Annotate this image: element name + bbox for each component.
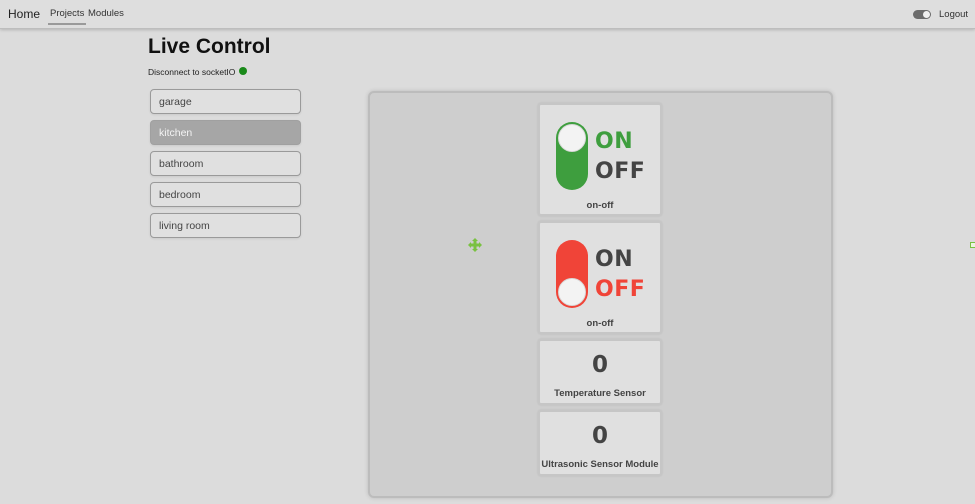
temperature-sensor-card[interactable]: 0 Temperature Sensor [538,339,662,405]
room-list: garage kitchen bathroom bedroom living r… [150,89,301,244]
room-item-bathroom[interactable]: bathroom [150,151,301,176]
top-navbar: Home Projects Modules Logout [0,0,975,29]
room-item-garage[interactable]: garage [150,89,301,114]
switch-off-label: OFF [595,159,646,184]
switch-off-label: OFF [595,277,646,302]
nav-projects-link[interactable]: Projects [47,8,87,25]
socket-status-indicator [239,67,247,75]
home-link[interactable]: Home [8,7,40,21]
module-label: on-off [586,318,614,329]
theme-toggle[interactable] [913,10,931,19]
module-label: on-off [586,200,614,211]
ultrasonic-sensor-card[interactable]: 0 Ultrasonic Sensor Module [538,410,662,476]
module-label: Temperature Sensor [554,388,646,399]
socket-status-text[interactable]: Disconnect to socketIO [148,67,235,77]
sensor-value: 0 [591,352,608,378]
switch-knob [558,124,586,152]
nav-modules-link[interactable]: Modules [88,8,124,19]
edge-resize-handle[interactable] [970,242,975,248]
switch-module-card[interactable]: ON OFF on-off [538,103,662,216]
move-arrows-icon[interactable] [468,238,482,252]
sensor-value: 0 [591,423,608,449]
logout-button[interactable]: Logout [939,9,968,20]
switch-toggle-on[interactable] [556,122,588,190]
page-title: Live Control [148,35,271,58]
room-item-kitchen[interactable]: kitchen [150,120,301,145]
room-item-bedroom[interactable]: bedroom [150,182,301,207]
room-item-living-room[interactable]: living room [150,213,301,238]
switch-module-card[interactable]: ON OFF on-off [538,221,662,334]
switch-on-label: ON [595,129,634,154]
switch-knob [558,278,586,306]
theme-toggle-knob [923,11,930,18]
switch-toggle-off[interactable] [556,240,588,308]
switch-on-label: ON [595,247,634,272]
module-label: Ultrasonic Sensor Module [541,459,659,470]
